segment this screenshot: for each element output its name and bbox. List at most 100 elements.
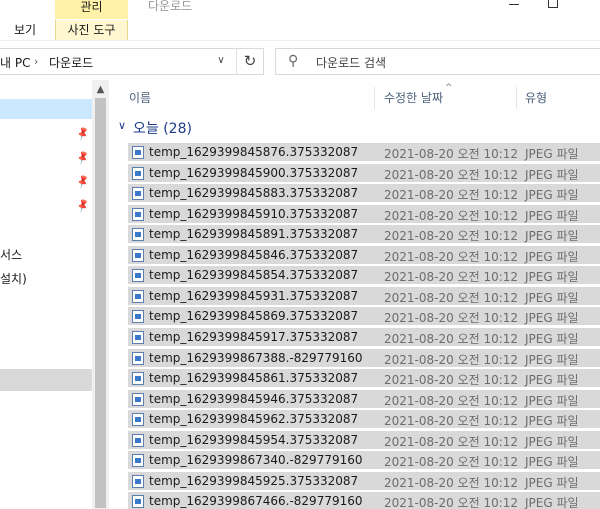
file-date: 2021-08-20 오전 10:12	[384, 373, 519, 388]
file-date: 2021-08-20 오전 10:12	[384, 249, 519, 264]
file-date: 2021-08-20 오전 10:12	[384, 167, 519, 182]
file-name: temp_1629399845876.375332087	[149, 145, 359, 159]
file-type: JPEG 파일	[525, 188, 579, 203]
ribbon: 관리 다운로드 보기 사진 도구	[0, 0, 600, 40]
scroll-up-icon[interactable]: ▲	[92, 84, 109, 95]
chevron-down-icon[interactable]: ∨	[118, 119, 126, 132]
file-name: temp_1629399845925.375332087	[149, 473, 359, 488]
file-date: 2021-08-20 오전 10:12	[384, 147, 519, 161]
table-row[interactable]: temp_1629399845931.375332087 2021-08-20 오…	[128, 286, 600, 306]
jpeg-file-icon	[132, 474, 144, 488]
file-name: temp_1629399845917.375332087	[149, 329, 359, 344]
file-date: 2021-08-20 오전 10:12	[384, 311, 519, 326]
ribbon-manage-tab-header[interactable]: 관리	[55, 0, 128, 19]
table-row[interactable]: temp_1629399845883.375332087 2021-08-20 오…	[128, 184, 600, 204]
file-type: JPEG 파일	[525, 270, 579, 285]
nav-item-label[interactable]: 설치)	[0, 270, 27, 287]
window-title: 다운로드	[148, 0, 193, 13]
file-date: 2021-08-20 오전 10:12	[384, 414, 519, 429]
file-name: temp_1629399845869.375332087	[149, 309, 359, 324]
jpeg-file-icon	[132, 207, 144, 221]
table-row[interactable]: temp_1629399867388.-829779160 2021-08-20 …	[128, 348, 600, 368]
file-type: JPEG 파일	[525, 373, 579, 388]
file-date: 2021-08-20 오전 10:12	[384, 434, 519, 449]
column-divider[interactable]	[374, 87, 375, 109]
column-header-type[interactable]: 유형	[525, 87, 547, 109]
file-name: temp_1629399845900.375332087	[149, 165, 359, 180]
address-bar[interactable]: 내 PC › 다운로드 ∨ ↻	[0, 48, 264, 75]
nav-scrollbar-thumb[interactable]	[95, 98, 106, 508]
file-type: JPEG 파일	[525, 167, 579, 182]
file-name: temp_1629399867388.-829779160	[149, 350, 363, 365]
refresh-icon[interactable]: ↻	[236, 49, 263, 74]
search-icon: ⚲	[288, 53, 299, 69]
jpeg-file-icon	[132, 454, 144, 468]
jpeg-file-icon	[132, 289, 144, 303]
nav-item-label[interactable]: 서스	[0, 246, 22, 263]
file-date: 2021-08-20 오전 10:12	[384, 188, 519, 203]
pin-icon[interactable]: 📌	[75, 151, 91, 167]
file-type: JPEG 파일	[525, 290, 579, 305]
table-row[interactable]: temp_1629399845954.375332087 2021-08-20 오…	[128, 430, 600, 450]
minimize-icon[interactable]	[509, 4, 519, 5]
file-date: 2021-08-20 오전 10:12	[384, 475, 519, 490]
group-label: 오늘 (28)	[133, 121, 192, 137]
address-row: 내 PC › 다운로드 ∨ ↻ ⚲ 다운로드 검색	[0, 40, 600, 80]
file-type: JPEG 파일	[525, 352, 579, 367]
table-row[interactable]: temp_1629399867466.-829779160 2021-08-20 …	[128, 492, 600, 509]
breadcrumb-this-pc[interactable]: 내 PC	[0, 54, 30, 71]
table-row[interactable]: temp_1629399845846.375332087 2021-08-20 오…	[128, 245, 600, 265]
nav-scrollbar[interactable]: ▲	[92, 80, 109, 509]
file-type: JPEG 파일	[525, 147, 579, 161]
maximize-icon[interactable]	[548, 0, 558, 8]
table-row[interactable]: temp_1629399845869.375332087 2021-08-20 오…	[128, 307, 600, 327]
file-type: JPEG 파일	[525, 455, 579, 470]
chevron-down-icon[interactable]: ∨	[214, 55, 228, 69]
file-name: temp_1629399845861.375332087	[149, 371, 359, 386]
pin-icon[interactable]: 📌	[75, 175, 91, 191]
navigation-pane: 📌 📌 📌 📌 서스 설치)	[0, 80, 92, 509]
file-type: JPEG 파일	[525, 311, 579, 326]
file-date: 2021-08-20 오전 10:12	[384, 393, 519, 408]
tab-view[interactable]: 보기	[14, 20, 50, 40]
pin-icon[interactable]: 📌	[75, 127, 91, 143]
table-row[interactable]: temp_1629399845891.375332087 2021-08-20 오…	[128, 225, 600, 245]
column-header-name[interactable]: 이름	[129, 87, 151, 109]
file-type: JPEG 파일	[525, 331, 579, 346]
table-row[interactable]: temp_1629399845946.375332087 2021-08-20 오…	[128, 389, 600, 409]
file-name: temp_1629399845962.375332087	[149, 412, 359, 427]
table-row[interactable]: temp_1629399845861.375332087 2021-08-20 오…	[128, 369, 600, 389]
file-name: temp_1629399845954.375332087	[149, 432, 359, 447]
table-row[interactable]: temp_1629399845876.375332087 2021-08-20 오…	[128, 143, 600, 162]
jpeg-file-icon	[132, 372, 144, 386]
file-date: 2021-08-20 오전 10:12	[384, 331, 519, 346]
jpeg-file-icon	[132, 228, 144, 242]
nav-item-quick-access[interactable]	[0, 99, 92, 119]
file-type: JPEG 파일	[525, 434, 579, 449]
jpeg-file-icon	[132, 495, 144, 509]
table-row[interactable]: temp_1629399845917.375332087 2021-08-20 오…	[128, 327, 600, 347]
table-row[interactable]: temp_1629399845900.375332087 2021-08-20 오…	[128, 163, 600, 183]
jpeg-file-icon	[132, 166, 144, 180]
file-date: 2021-08-20 오전 10:12	[384, 455, 519, 470]
breadcrumb-separator-icon[interactable]: ›	[34, 55, 38, 68]
nav-item-downloads[interactable]	[0, 369, 92, 391]
tab-photo-tools[interactable]: 사진 도구	[55, 20, 128, 40]
table-row[interactable]: temp_1629399845962.375332087 2021-08-20 오…	[128, 410, 600, 430]
table-row[interactable]: temp_1629399867340.-829779160 2021-08-20 …	[128, 451, 600, 471]
jpeg-file-icon	[132, 310, 144, 324]
search-placeholder: 다운로드 검색	[316, 56, 387, 70]
breadcrumb-downloads[interactable]: 다운로드	[49, 54, 93, 71]
file-date: 2021-08-20 오전 10:12	[384, 208, 519, 223]
table-row[interactable]: temp_1629399845854.375332087 2021-08-20 오…	[128, 266, 600, 286]
table-row[interactable]: temp_1629399845925.375332087 2021-08-20 오…	[128, 471, 600, 491]
jpeg-file-icon	[132, 413, 144, 427]
pin-icon[interactable]: 📌	[75, 199, 91, 215]
column-divider[interactable]	[516, 87, 517, 109]
search-input[interactable]: ⚲ 다운로드 검색	[275, 48, 600, 75]
jpeg-file-icon	[132, 146, 144, 159]
file-date: 2021-08-20 오전 10:12	[384, 229, 519, 244]
jpeg-file-icon	[132, 269, 144, 283]
column-header-date-label: 수정한 날짜	[384, 91, 444, 105]
table-row[interactable]: temp_1629399845910.375332087 2021-08-20 오…	[128, 204, 600, 224]
